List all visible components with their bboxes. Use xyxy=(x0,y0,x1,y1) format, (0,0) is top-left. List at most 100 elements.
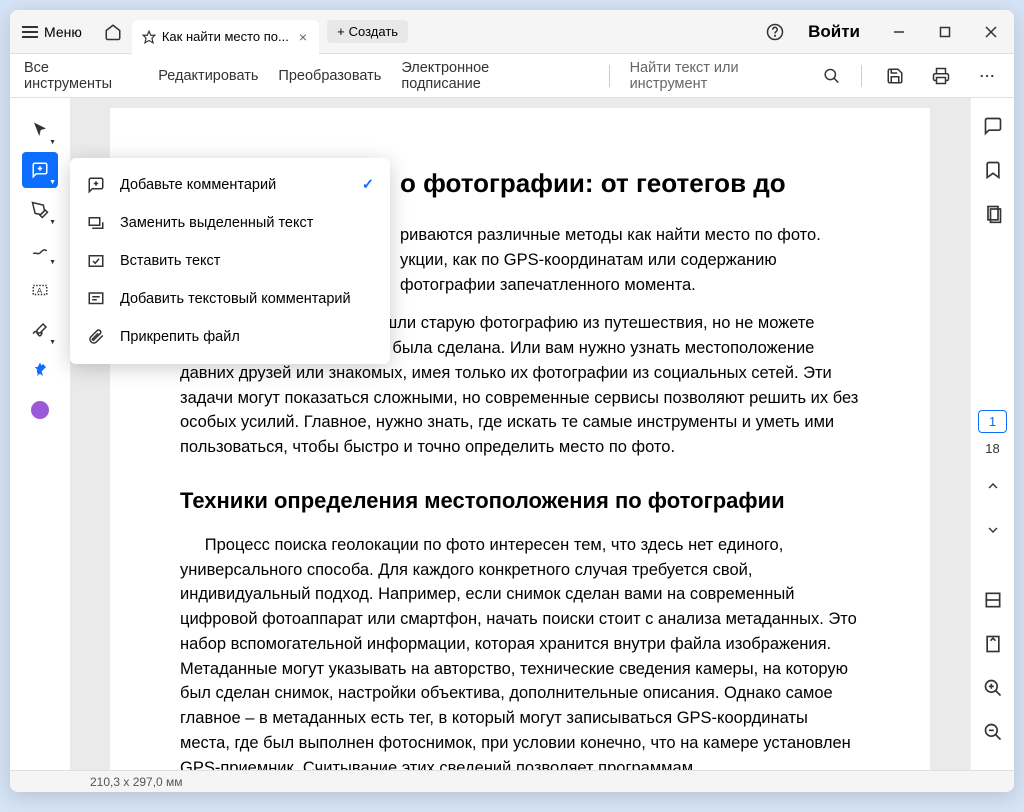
dropdown-label: Заменить выделенный текст xyxy=(120,215,313,231)
comment-plus-icon xyxy=(86,176,106,194)
close-icon xyxy=(985,26,997,38)
fit-width-button[interactable] xyxy=(979,586,1007,614)
pin-tool[interactable] xyxy=(22,352,58,388)
maximize-icon xyxy=(939,26,951,38)
check-icon: ✓ xyxy=(362,177,374,193)
close-button[interactable] xyxy=(968,10,1014,54)
zoom-out-icon xyxy=(983,722,1003,742)
toolbar-edit[interactable]: Редактировать xyxy=(158,68,258,84)
sign-tool[interactable]: ▼ xyxy=(22,312,58,348)
search-icon xyxy=(823,67,841,85)
statusbar: 210,3 x 297,0 мм xyxy=(10,770,1014,792)
doc-heading-2: Техники определения местоположения по фо… xyxy=(180,484,860,517)
document-tab[interactable]: Как найти место по... × xyxy=(132,20,319,54)
dropdown-add-comment[interactable]: Добавьте комментарий ✓ xyxy=(70,166,390,204)
textbox-tool[interactable]: A xyxy=(22,272,58,308)
caret-icon: ▼ xyxy=(49,179,56,186)
pages-button[interactable] xyxy=(979,200,1007,228)
caret-icon: ▼ xyxy=(49,339,56,346)
pages-icon xyxy=(983,204,1003,224)
zoom-out-button[interactable] xyxy=(979,718,1007,746)
caret-icon: ▼ xyxy=(49,259,56,266)
pin-icon xyxy=(31,361,49,379)
caret-icon: ▼ xyxy=(49,139,56,146)
separator xyxy=(609,65,610,87)
save-button[interactable] xyxy=(882,63,908,89)
fit-page-icon xyxy=(983,634,1003,654)
right-toolbar: 1 18 xyxy=(970,98,1014,770)
titlebar: Меню Как найти место по... × + Создать В… xyxy=(10,10,1014,54)
dropdown-attach-file[interactable]: Прикрепить файл xyxy=(70,318,390,356)
comment-tool[interactable]: ▼ xyxy=(22,152,58,188)
dropdown-label: Прикрепить файл xyxy=(120,329,240,345)
login-button[interactable]: Войти xyxy=(792,22,876,42)
cursor-icon xyxy=(31,121,49,139)
main-area: ▼ ▼ ▼ ▼ A ▼ xyxy=(10,98,1014,770)
draw-icon xyxy=(31,241,49,259)
comments-panel-button[interactable] xyxy=(979,112,1007,140)
new-tab-label: Создать xyxy=(349,24,398,39)
toolbar: Все инструменты Редактировать Преобразов… xyxy=(10,54,1014,98)
page-up-button[interactable] xyxy=(979,472,1007,500)
svg-text:A: A xyxy=(37,286,42,295)
total-pages: 18 xyxy=(985,441,999,456)
left-toolbar: ▼ ▼ ▼ ▼ A ▼ xyxy=(10,98,70,770)
bookmarks-button[interactable] xyxy=(979,156,1007,184)
textbox-icon: A xyxy=(31,281,49,299)
print-button[interactable] xyxy=(928,63,954,89)
menu-button[interactable]: Меню xyxy=(10,16,94,48)
caret-icon: ▼ xyxy=(49,219,56,226)
more-icon xyxy=(978,67,996,85)
doc-paragraph: Процесс поиска геолокации по фото интере… xyxy=(180,533,860,770)
menu-label: Меню xyxy=(44,24,82,40)
plus-icon: + xyxy=(337,24,345,39)
minimize-icon xyxy=(893,26,905,38)
app-window: Меню Как найти место по... × + Создать В… xyxy=(10,10,1014,792)
dropdown-replace-text[interactable]: Заменить выделенный текст xyxy=(70,204,390,242)
minimize-button[interactable] xyxy=(876,10,922,54)
fit-width-icon xyxy=(983,590,1003,610)
maximize-button[interactable] xyxy=(922,10,968,54)
comment-dropdown: Добавьте комментарий ✓ Заменить выделенн… xyxy=(70,158,390,364)
color-dot-icon xyxy=(31,401,49,419)
sign-icon xyxy=(31,321,49,339)
dropdown-add-text-comment[interactable]: Добавить текстовый комментарий xyxy=(70,280,390,318)
tab-title: Как найти место по... xyxy=(162,29,289,44)
home-button[interactable] xyxy=(94,15,132,49)
bookmark-icon xyxy=(983,160,1003,180)
help-button[interactable] xyxy=(758,15,792,49)
dropdown-label: Добавьте комментарий xyxy=(120,177,276,193)
search-box[interactable]: Найти текст или инструмент xyxy=(630,60,841,92)
page-down-button[interactable] xyxy=(979,516,1007,544)
dropdown-insert-text[interactable]: Вставить текст xyxy=(70,242,390,280)
toolbar-convert[interactable]: Преобразовать xyxy=(278,68,381,84)
select-tool[interactable]: ▼ xyxy=(22,112,58,148)
save-icon xyxy=(886,67,904,85)
toolbar-esign[interactable]: Электронное подписание xyxy=(401,60,568,92)
draw-tool[interactable]: ▼ xyxy=(22,232,58,268)
dropdown-label: Вставить текст xyxy=(120,253,220,269)
text-comment-icon xyxy=(86,290,106,308)
zoom-in-button[interactable] xyxy=(979,674,1007,702)
tab-close-button[interactable]: × xyxy=(295,27,311,47)
page-dimensions: 210,3 x 297,0 мм xyxy=(90,775,183,789)
fit-page-button[interactable] xyxy=(979,630,1007,658)
toolbar-all-tools[interactable]: Все инструменты xyxy=(24,60,138,92)
chat-icon xyxy=(983,116,1003,136)
replace-text-icon xyxy=(86,214,106,232)
star-icon xyxy=(142,30,156,44)
print-icon xyxy=(932,67,950,85)
color-picker[interactable] xyxy=(22,392,58,428)
dropdown-label: Добавить текстовый комментарий xyxy=(120,291,351,307)
more-button[interactable] xyxy=(974,63,1000,89)
home-icon xyxy=(104,23,122,41)
zoom-in-icon xyxy=(983,678,1003,698)
highlight-tool[interactable]: ▼ xyxy=(22,192,58,228)
chevron-up-icon xyxy=(985,478,1001,494)
new-tab-button[interactable]: + Создать xyxy=(327,20,408,43)
comment-icon xyxy=(31,161,49,179)
help-icon xyxy=(766,23,784,41)
search-placeholder: Найти текст или инструмент xyxy=(630,60,816,92)
attach-icon xyxy=(86,328,106,346)
current-page[interactable]: 1 xyxy=(978,410,1007,433)
